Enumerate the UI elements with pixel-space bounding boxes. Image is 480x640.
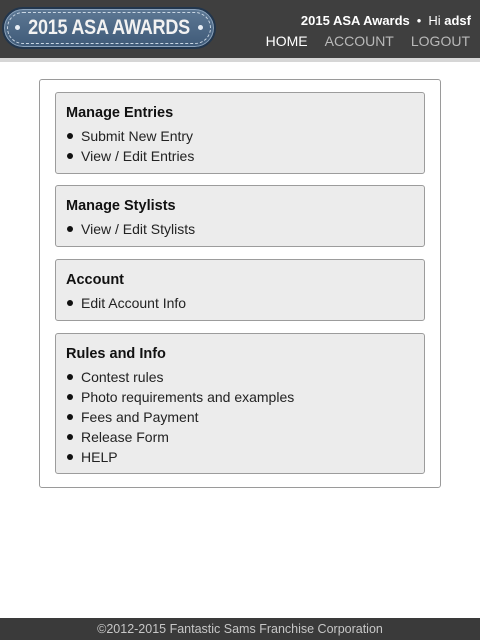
photo-requirements-link[interactable]: Photo requirements and examples [81, 389, 294, 405]
panel-manage-stylists: Manage Stylists View / Edit Stylists [55, 185, 425, 247]
copyright-text: ©2012-2015 Fantastic Sams Franchise Corp… [97, 622, 383, 636]
greeting: Hi [428, 13, 441, 28]
submit-new-entry-link[interactable]: Submit New Entry [81, 128, 193, 144]
view-edit-entries-link[interactable]: View / Edit Entries [81, 148, 194, 164]
header-divider [0, 58, 480, 62]
panel-title: Rules and Info [66, 346, 166, 362]
list-item: View / Edit Entries [66, 146, 414, 166]
logo-text: 2015 ASA AWARDS [28, 16, 190, 39]
list-item: Release Form [66, 427, 414, 447]
list-item: Contest rules [66, 367, 414, 387]
panel-rules-and-info: Rules and Info Contest rules Photo requi… [55, 333, 425, 474]
panel-manage-entries: Manage Entries Submit New Entry View / E… [55, 92, 425, 174]
panel-link-list: Contest rules Photo requirements and exa… [66, 367, 414, 467]
header: 2015 ASA AWARDS 2015 ASA Awards • Hi adsf … [0, 0, 480, 58]
contest-rules-link[interactable]: Contest rules [81, 369, 163, 385]
panel-title: Manage Entries [66, 105, 174, 121]
panel-link-list: View / Edit Stylists [66, 219, 414, 239]
logo-dot-right-icon [198, 25, 203, 30]
app-title: 2015 ASA Awards [300, 13, 410, 28]
list-item: Photo requirements and examples [66, 387, 414, 407]
list-item: HELP [66, 447, 414, 467]
logo[interactable]: 2015 ASA AWARDS [2, 7, 216, 49]
separator: • [416, 13, 422, 28]
panel-link-list: Edit Account Info [66, 293, 414, 313]
help-link[interactable]: HELP [81, 449, 118, 465]
footer: ©2012-2015 Fantastic Sams Franchise Corp… [0, 618, 480, 640]
panel-link-list: Submit New Entry View / Edit Entries [66, 126, 414, 166]
main-nav: HOME ACCOUNT LOGOUT [266, 33, 470, 49]
nav-home[interactable]: HOME [266, 33, 308, 49]
nav-logout[interactable]: LOGOUT [411, 33, 470, 49]
user-bar: 2015 ASA Awards • Hi adsf [301, 13, 471, 28]
list-item: Edit Account Info [66, 293, 414, 313]
nav-account[interactable]: ACCOUNT [325, 33, 394, 49]
view-edit-stylists-link[interactable]: View / Edit Stylists [81, 221, 195, 237]
edit-account-info-link[interactable]: Edit Account Info [81, 295, 186, 311]
list-item: Fees and Payment [66, 407, 414, 427]
panel-account: Account Edit Account Info [55, 259, 425, 321]
fees-and-payment-link[interactable]: Fees and Payment [81, 409, 199, 425]
panel-title: Account [66, 272, 124, 288]
list-item: Submit New Entry [66, 126, 414, 146]
release-form-link[interactable]: Release Form [81, 429, 169, 445]
username: adsf [444, 13, 471, 28]
list-item: View / Edit Stylists [66, 219, 414, 239]
logo-dot-left-icon [15, 25, 20, 30]
logo-badge: 2015 ASA AWARDS [7, 12, 211, 44]
panel-title: Manage Stylists [66, 198, 176, 214]
